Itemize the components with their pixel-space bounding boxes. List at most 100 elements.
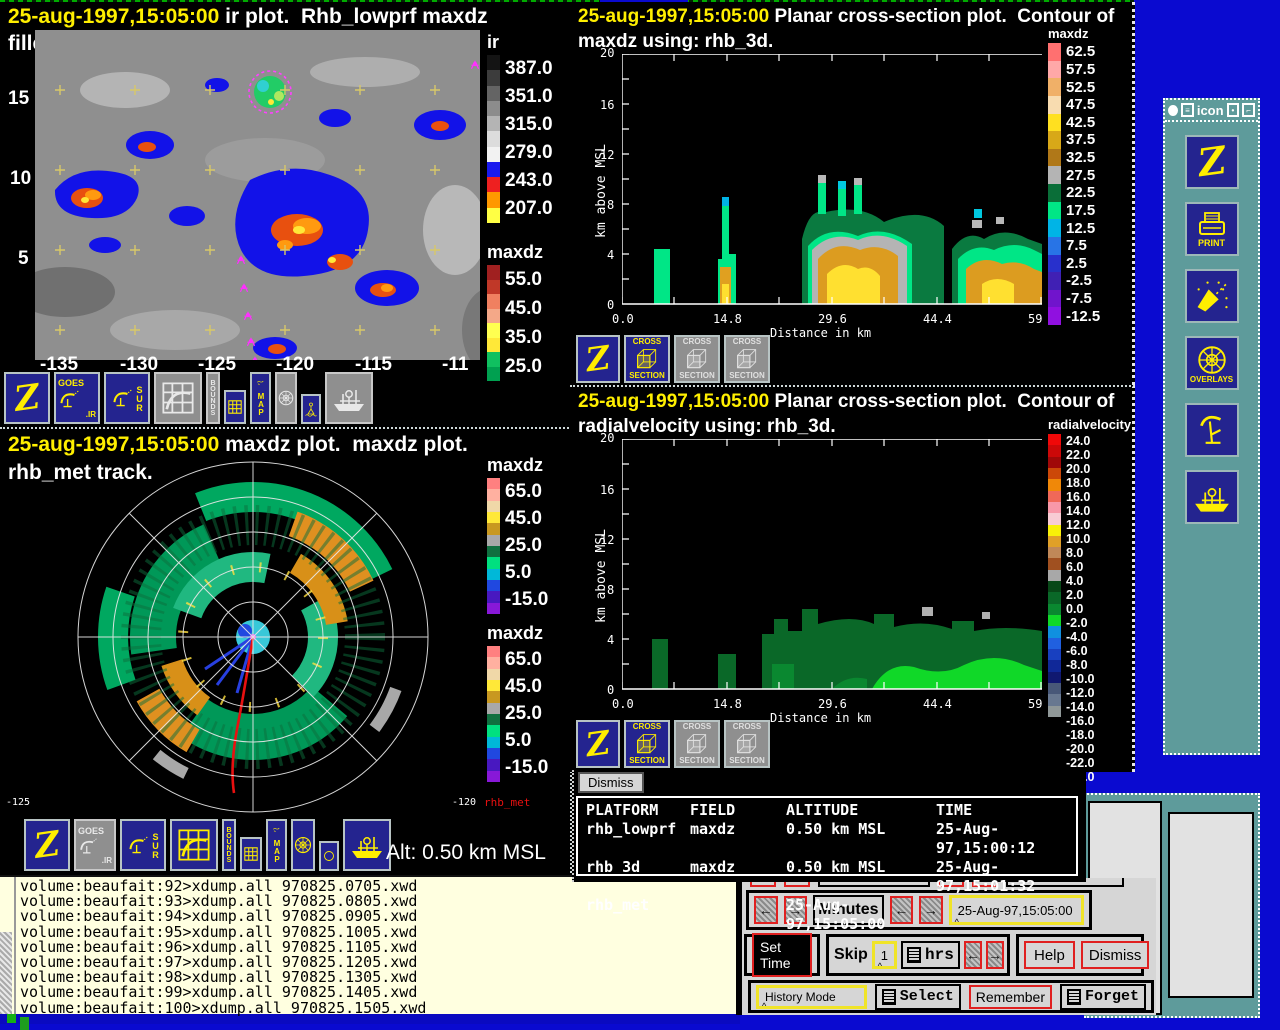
terminal-scrollbar[interactable]	[0, 877, 16, 1014]
status-header-cell: ALTITUDE	[786, 801, 936, 820]
ppi-toolbar: GOES .IR SUR BOUNDS MAP	[24, 819, 391, 871]
remember-button[interactable]: Remember	[969, 985, 1052, 1009]
colorbar-segment	[1048, 184, 1061, 202]
sidebar-satellite-button[interactable]	[1185, 269, 1239, 323]
colorbar-label: 5.0	[505, 560, 548, 587]
cross-section-button-active[interactable]: CROSS SECTION	[624, 335, 670, 383]
colorbar-segment	[1048, 255, 1061, 273]
history-mode-field[interactable]: History Mode^	[756, 985, 867, 1009]
select-button[interactable]: Select	[875, 984, 961, 1010]
sidebar-radar-button[interactable]	[1185, 403, 1239, 457]
bounds-button[interactable]: BOUNDS	[222, 819, 236, 871]
map-button[interactable]: MAP	[266, 819, 287, 871]
status-cell-platform: rhb_met	[586, 896, 690, 934]
colorbar-segment	[1048, 434, 1061, 445]
bounds-button[interactable]: BOUNDS	[206, 372, 220, 424]
zebra-logo-button[interactable]	[24, 819, 70, 871]
ir-colorbar: ir 387.0351.0315.0279.0243.0207.0	[487, 32, 553, 223]
ppi-corner-tick: -120	[452, 797, 476, 808]
sidebar-ship-button[interactable]	[1185, 470, 1239, 524]
goes-ir-button[interactable]: GOES .IR	[74, 819, 116, 871]
map-button[interactable]: MAP	[250, 372, 271, 424]
xs2-contour-plot	[622, 439, 1042, 691]
ppi-colorbar-1: maxdz 65.045.025.05.0-15.0	[487, 455, 548, 614]
xs2-y-tick: 16	[600, 483, 614, 497]
xs2-y-tick: 12	[600, 533, 614, 547]
cross-section-button[interactable]: CROSS SECTION	[724, 335, 770, 383]
status-cell-time	[936, 896, 1068, 934]
colorbar-label: 37.5	[1066, 131, 1100, 149]
status-dismiss-button[interactable]: Dismiss	[578, 772, 644, 793]
radar-antenna-icon	[1195, 410, 1229, 450]
overlays-wheel-button[interactable]	[291, 819, 315, 871]
xs2-colorbar: radialvelocity 24.022.020.018.016.014.01…	[1048, 417, 1131, 717]
xs1-y-tick: 16	[600, 98, 614, 112]
colorbar-label: 20.0	[1066, 462, 1095, 476]
panel-xsection-radialvelocity: 25-aug-1997,15:05:00 Planar cross-sectio…	[570, 385, 1135, 772]
terminal-scrollbar-thumb[interactable]	[0, 932, 12, 1014]
window-iconify-icon[interactable]: •	[1227, 103, 1240, 117]
colorbar-segment	[487, 131, 500, 146]
grid-button[interactable]	[224, 390, 246, 424]
colorbar-label: 25.0	[505, 532, 548, 559]
status-table-row: rhb_met 25-Aug-97,15:05:00	[586, 896, 1068, 934]
colorbar-label: -22.0	[1066, 756, 1095, 770]
set-time-button[interactable]: Set Time	[752, 933, 812, 977]
cross-section-button[interactable]: CROSS SECTION	[674, 335, 720, 383]
overlays-wheel-button[interactable]	[275, 372, 297, 424]
colorbar-label: 65.0	[505, 646, 548, 673]
colorbar-label: 2.0	[1066, 588, 1095, 602]
colorbar-strip	[487, 55, 500, 223]
radar-grid-button[interactable]	[170, 819, 218, 871]
goes-ir-button[interactable]: GOES .IR	[54, 372, 100, 424]
window-maximize-icon[interactable]: ⌐	[1242, 103, 1255, 117]
colorbar-segment	[1048, 457, 1061, 468]
xs2-x-tick: 0.0	[612, 697, 634, 711]
skip-units-button[interactable]: hrs	[901, 941, 960, 969]
xs1-y-tick: 0	[607, 298, 614, 312]
ship-button[interactable]	[343, 819, 391, 871]
zebra-logo-button[interactable]	[576, 335, 620, 383]
grid-button[interactable]	[240, 837, 262, 871]
sidebar-overlays-button[interactable]: OVERLAYS	[1185, 336, 1239, 390]
ship-button[interactable]	[325, 372, 373, 424]
skip-forward-button[interactable]: →	[986, 941, 1004, 969]
colorbar-label: 57.5	[1066, 61, 1100, 79]
buoy-button[interactable]	[301, 394, 321, 424]
colorbar-label: 45.0	[505, 673, 548, 700]
radar-dish-icon	[111, 385, 133, 411]
ir-plot-timestamp: 25-aug-1997,15:05:00	[8, 5, 219, 28]
xs2-y-tick: 4	[607, 633, 614, 647]
colorbar-segment	[1048, 272, 1061, 290]
colorbar-segment	[1048, 131, 1061, 149]
sidebar-zebra-logo-button[interactable]	[1185, 135, 1239, 189]
surveillance-button[interactable]: SUR	[104, 372, 150, 424]
radar-grid-button[interactable]	[154, 372, 202, 424]
sidebar-print-button[interactable]: PRINT	[1185, 202, 1239, 256]
skip-field[interactable]: 1^	[872, 941, 897, 969]
dismiss-button[interactable]: Dismiss	[1081, 941, 1150, 969]
cross-section-button[interactable]: CROSS SECTION	[724, 720, 770, 768]
window-list-icon[interactable]: ≡	[1181, 103, 1194, 117]
icon-window-title: icon	[1197, 103, 1224, 118]
zebra-logo-button[interactable]	[576, 720, 620, 768]
colorbar-segment	[1048, 604, 1061, 615]
ship-icon	[348, 829, 386, 861]
colorbar-label: 62.5	[1066, 43, 1100, 61]
cross-section-button-active[interactable]: CROSS SECTION	[624, 720, 670, 768]
terminal-cursor	[20, 1017, 29, 1030]
icon-window-titlebar[interactable]: ≡ icon • ⌐	[1165, 100, 1258, 122]
zebra-logo-button[interactable]	[4, 372, 50, 424]
cross-section-button[interactable]: CROSS SECTION	[674, 720, 720, 768]
surveillance-button[interactable]: SUR	[120, 819, 166, 871]
skip-back-button[interactable]: ←	[964, 941, 982, 969]
skip-group: Skip 1^ hrs ← →	[826, 934, 1010, 976]
colorbar-segment	[487, 147, 500, 162]
circle-button[interactable]	[319, 841, 339, 871]
forget-button[interactable]: Forget	[1060, 984, 1146, 1010]
xs2-button-row: CROSS SECTION CROSS SECTION CROSS SECTIO…	[576, 720, 770, 768]
colorbar-segment	[487, 680, 500, 691]
colorbar-labels: 65.045.025.05.0-15.0	[505, 646, 548, 782]
window-menu-icon[interactable]	[1168, 105, 1178, 116]
help-button[interactable]: Help	[1024, 941, 1075, 969]
